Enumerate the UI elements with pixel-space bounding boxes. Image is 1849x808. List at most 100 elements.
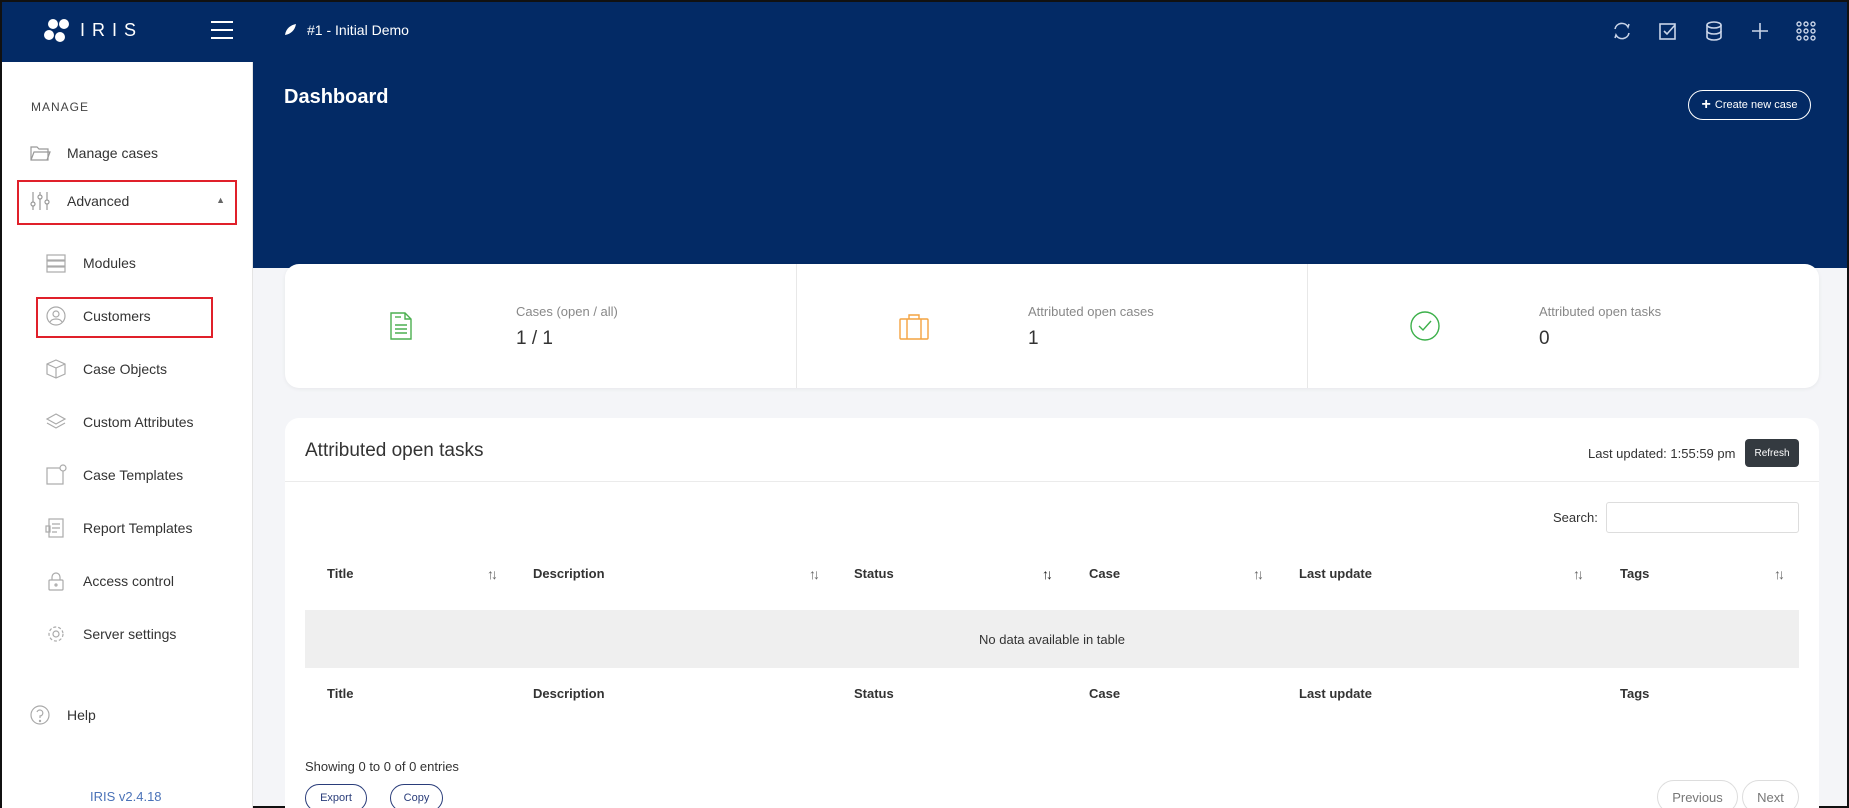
sort-icon[interactable]: ↑↓	[1774, 566, 1785, 582]
footer-status: Status	[854, 685, 894, 701]
footer-description: Description	[533, 685, 605, 701]
search-label: Search:	[1553, 510, 1598, 525]
column-label: Description	[533, 565, 605, 581]
sort-icon[interactable]: ↑↓	[809, 566, 820, 582]
report-icon	[45, 518, 64, 538]
footer-tags: Tags	[1620, 685, 1650, 701]
sidebar-item-help[interactable]: Help	[29, 704, 96, 726]
stat-cases: Cases (open / all) 1 / 1	[285, 264, 796, 388]
sidebar-item-server-settings[interactable]: Server settings	[45, 623, 176, 645]
brand-area: IRIS	[2, 2, 253, 62]
plus-icon[interactable]	[1749, 20, 1771, 42]
column-label: Tags	[1620, 565, 1650, 581]
sort-icon[interactable]: ↑↓	[1573, 566, 1584, 582]
sidebar-item-label: Custom Attributes	[83, 414, 194, 430]
sidebar-item-label: Case Objects	[83, 361, 168, 377]
sidebar-item-case-objects[interactable]: Case Objects	[45, 358, 167, 380]
sidebar: MANAGE Manage cases Advanced ▲ Modules C…	[2, 62, 253, 808]
sort-icon[interactable]: ↑↓	[1253, 566, 1264, 582]
column-header-case[interactable]: Case ↑↓	[1067, 548, 1277, 598]
column-label: Status	[854, 565, 894, 581]
briefcase-icon	[899, 314, 929, 340]
column-header-status[interactable]: Status ↑↓	[832, 548, 1067, 598]
stat-attributed-cases: Attributed open cases 1	[796, 264, 1307, 388]
column-header-title[interactable]: Title ↑↓	[305, 548, 511, 598]
app-logo-text: IRIS	[80, 20, 144, 40]
stat-value: 1	[1028, 328, 1039, 349]
box-icon	[46, 359, 66, 379]
customer-icon	[46, 306, 66, 326]
gear-icon	[48, 626, 64, 642]
lock-icon	[48, 572, 64, 591]
create-case-button[interactable]: + Create new case	[1688, 90, 1811, 120]
leaf-icon	[285, 24, 296, 35]
export-button[interactable]: Export	[305, 784, 367, 808]
stat-value: 1 / 1	[516, 328, 553, 349]
tasks-icon[interactable]	[1657, 20, 1679, 42]
top-actions	[1611, 20, 1817, 42]
top-navbar: IRIS #1 - Initial Demo	[2, 2, 1847, 62]
sort-icon[interactable]: ↑↓	[487, 566, 498, 582]
table-info: Showing 0 to 0 of 0 entries	[305, 759, 459, 774]
column-label: Last update	[1299, 565, 1372, 581]
tasks-card: Attributed open tasks Last updated: 1:55…	[285, 418, 1819, 808]
sidebar-item-customers[interactable]: Customers	[45, 305, 151, 327]
sidebar-item-advanced[interactable]: Advanced ▲	[29, 190, 225, 212]
sync-icon[interactable]	[1611, 20, 1633, 42]
template-icon	[46, 464, 67, 485]
sidebar-item-label: Help	[67, 707, 96, 723]
sidebar-item-label: Access control	[83, 573, 175, 589]
table-header-row: Title ↑↓ Description ↑↓ Status ↑↓ Case ↑…	[305, 548, 1799, 598]
table-footer-row: Title Description Status Case Last updat…	[305, 668, 1799, 718]
check-circle-icon	[1410, 311, 1440, 341]
sidebar-item-label: Manage cases	[67, 145, 159, 161]
plus-icon: +	[1701, 96, 1711, 113]
footer-last-update: Last update	[1299, 685, 1372, 701]
search-input[interactable]	[1606, 502, 1799, 533]
apps-grid-icon[interactable]	[1795, 20, 1817, 42]
current-case[interactable]: #1 - Initial Demo	[283, 22, 409, 38]
document-icon	[390, 312, 412, 340]
sidebar-item-label: Case Templates	[83, 467, 184, 483]
column-label: Case	[1089, 565, 1121, 581]
sidebar-section-heading: MANAGE	[31, 100, 90, 114]
page-banner	[253, 62, 1847, 268]
sort-asc-icon[interactable]: ↑↓	[1042, 566, 1053, 582]
menu-toggle-icon[interactable]	[211, 21, 233, 39]
page-title: Dashboard	[284, 86, 389, 108]
stat-label: Attributed open tasks	[1539, 304, 1662, 319]
column-header-tags[interactable]: Tags ↑↓	[1598, 548, 1799, 598]
sidebar-item-case-templates[interactable]: Case Templates	[45, 464, 183, 486]
sidebar-item-label: Customers	[83, 308, 151, 324]
stat-attributed-tasks: Attributed open tasks 0	[1307, 264, 1818, 388]
help-icon	[30, 705, 50, 725]
sidebar-item-access-control[interactable]: Access control	[45, 570, 174, 592]
sidebar-item-report-templates[interactable]: Report Templates	[45, 517, 192, 539]
caret-up-icon: ▲	[216, 195, 225, 205]
iris-logo-icon	[44, 19, 69, 42]
server-icon	[46, 254, 66, 273]
tasks-header: Attributed open tasks Last updated: 1:55…	[285, 418, 1819, 482]
database-icon[interactable]	[1703, 20, 1725, 42]
refresh-button[interactable]: Refresh	[1745, 439, 1799, 467]
stat-value: 0	[1539, 328, 1550, 349]
stat-label: Attributed open cases	[1028, 304, 1154, 319]
sidebar-item-custom-attributes[interactable]: Custom Attributes	[45, 411, 194, 433]
table-empty-row: No data available in table	[305, 610, 1799, 668]
footer-case: Case	[1089, 685, 1121, 701]
sidebar-item-label: Modules	[83, 255, 136, 271]
stat-label: Cases (open / all)	[516, 304, 618, 319]
sidebar-item-label: Server settings	[83, 626, 177, 642]
previous-page-button[interactable]: Previous	[1657, 780, 1738, 808]
layers-icon	[45, 413, 67, 429]
copy-button[interactable]: Copy	[390, 784, 443, 808]
column-header-description[interactable]: Description ↑↓	[511, 548, 832, 598]
column-header-last-update[interactable]: Last update ↑↓	[1277, 548, 1598, 598]
last-updated: Last updated: 1:55:59 pm	[1588, 446, 1736, 461]
sidebar-item-modules[interactable]: Modules	[45, 252, 136, 274]
column-label: Title	[327, 565, 354, 581]
sidebar-item-manage-cases[interactable]: Manage cases	[29, 142, 158, 164]
sliders-icon	[30, 192, 50, 210]
sidebar-item-label: Advanced	[67, 193, 130, 209]
next-page-button[interactable]: Next	[1742, 780, 1799, 808]
